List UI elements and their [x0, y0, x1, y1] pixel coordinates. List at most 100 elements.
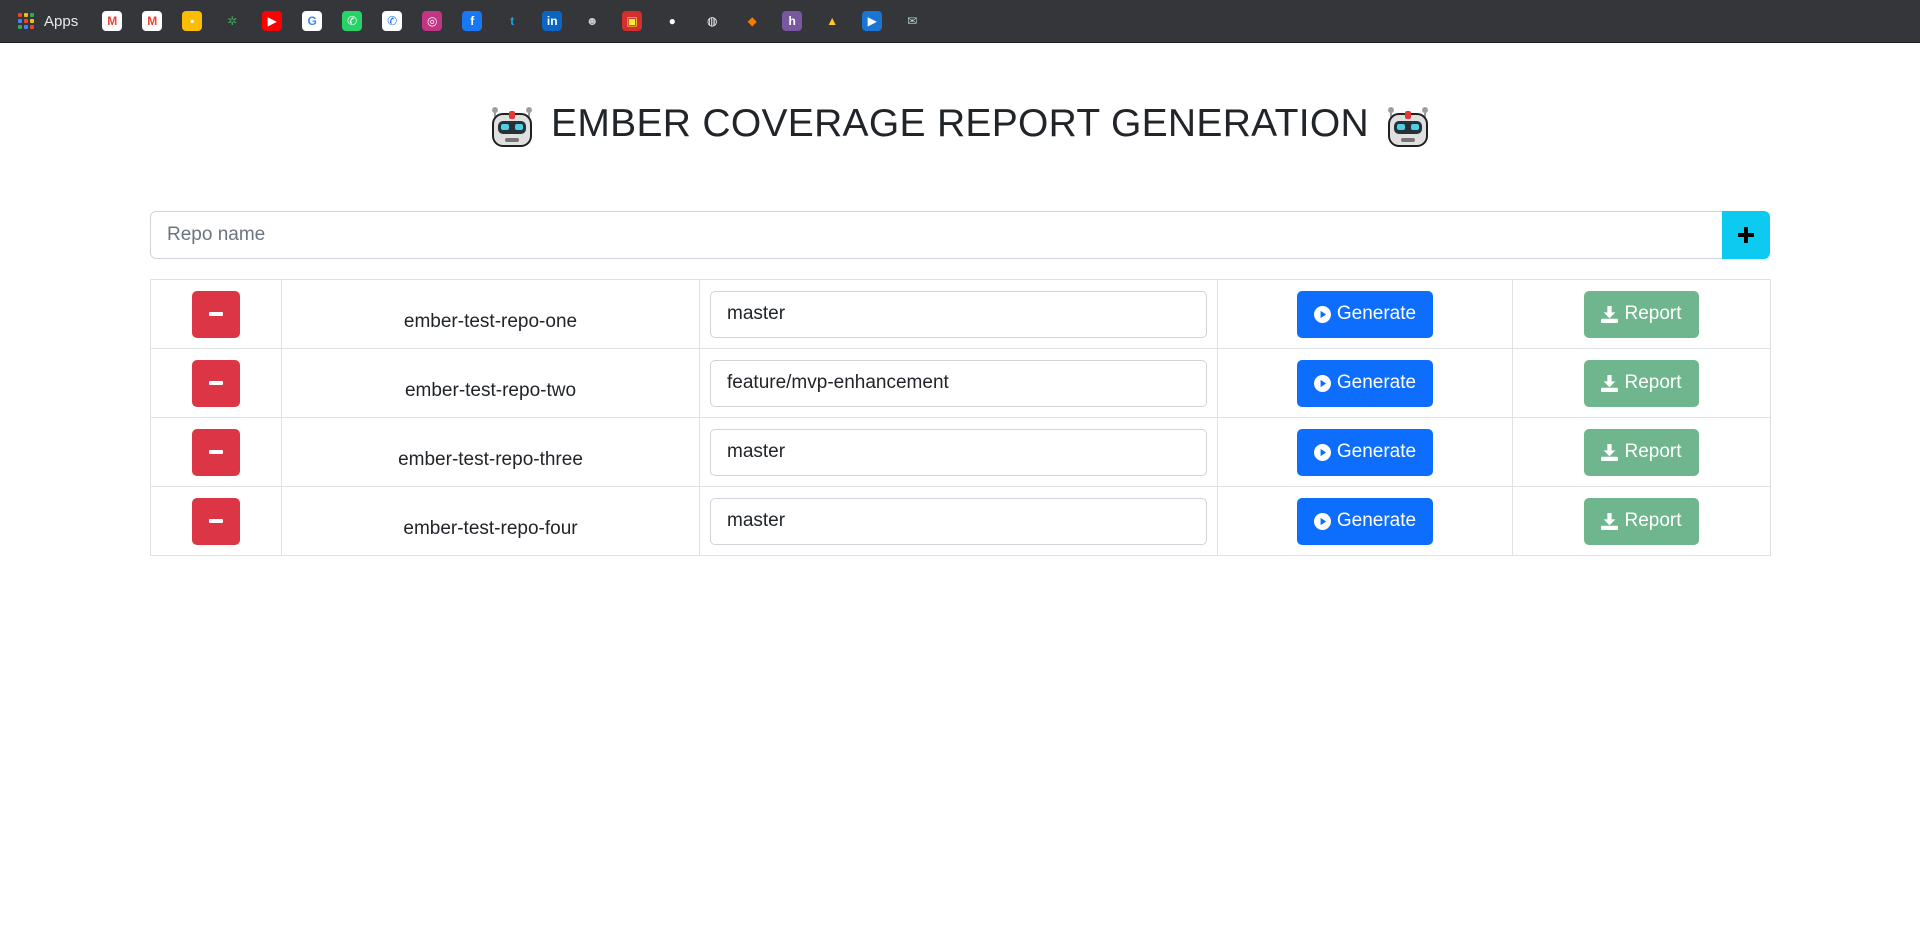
- download-icon: [1601, 443, 1619, 461]
- twitter-icon: t: [502, 11, 523, 31]
- remove-cell: [150, 279, 282, 349]
- remove-cell: [150, 348, 282, 418]
- report-label: Report: [1624, 441, 1682, 462]
- remove-repo-button[interactable]: [192, 428, 240, 476]
- bookmark-twitter[interactable]: t: [492, 0, 532, 43]
- branch-input[interactable]: [710, 428, 1207, 476]
- download-report-button[interactable]: Report: [1584, 290, 1699, 338]
- add-repo-form: [150, 211, 1770, 259]
- bookmark-news[interactable]: ▣: [612, 0, 652, 43]
- generate-cell: Generate: [1217, 417, 1513, 487]
- generate-button[interactable]: Generate: [1297, 497, 1433, 545]
- bookmark-photos[interactable]: ✲: [212, 0, 252, 43]
- report-cell: Report: [1512, 279, 1771, 349]
- bookmark-linkedin[interactable]: in: [532, 0, 572, 43]
- report-label: Report: [1624, 303, 1682, 324]
- download-report-button[interactable]: Report: [1584, 497, 1699, 545]
- bookmark-gmail[interactable]: M: [92, 0, 132, 43]
- repo-name: ember-test-repo-one: [281, 279, 700, 349]
- remove-repo-button[interactable]: [192, 290, 240, 338]
- heroku-icon: h: [782, 11, 803, 31]
- bookmark-gmail[interactable]: M: [132, 0, 172, 43]
- plus-icon: [1738, 227, 1754, 243]
- add-repo-button[interactable]: [1722, 211, 1770, 259]
- bookmark-phone[interactable]: ✆: [372, 0, 412, 43]
- apps-label: Apps: [44, 12, 79, 30]
- bookmark-whatsapp[interactable]: ✆: [332, 0, 372, 43]
- hacker-icon: ☻: [582, 11, 603, 31]
- firebase-icon: ▲: [822, 11, 843, 31]
- minus-icon: [209, 381, 223, 385]
- table-row: ember-test-repo-three Generate Report: [150, 417, 1771, 487]
- minus-icon: [209, 519, 223, 523]
- bookmark-play-circle[interactable]: ▶: [852, 0, 892, 43]
- generate-button[interactable]: Generate: [1297, 359, 1433, 407]
- table-row: ember-test-repo-one Generate Report: [150, 279, 1771, 349]
- bookmark-youtube[interactable]: ▶: [252, 0, 292, 43]
- remove-cell: [150, 486, 282, 556]
- generate-cell: Generate: [1217, 279, 1513, 349]
- bookmark-facebook[interactable]: f: [452, 0, 492, 43]
- remove-repo-button[interactable]: [192, 497, 240, 545]
- keep-icon: ▪: [182, 11, 203, 31]
- report-cell: Report: [1512, 348, 1771, 418]
- robot-icon: [492, 107, 533, 147]
- gmail-icon: M: [102, 11, 123, 31]
- download-icon: [1601, 305, 1619, 323]
- branch-cell: [699, 486, 1218, 556]
- facebook-icon: f: [462, 11, 483, 31]
- mail-open-icon: ✉: [902, 11, 923, 31]
- box-icon: ◆: [742, 11, 763, 31]
- gmail-icon-2: M: [142, 11, 163, 31]
- robot-icon: [1387, 107, 1428, 147]
- download-report-button[interactable]: Report: [1584, 359, 1699, 407]
- bookmark-firebase[interactable]: ▲: [812, 0, 852, 43]
- branch-cell: [699, 279, 1218, 349]
- apps-button[interactable]: Apps: [18, 13, 78, 30]
- branch-input[interactable]: [710, 359, 1207, 407]
- bookmark-keep[interactable]: ▪: [172, 0, 212, 43]
- news-icon: ▣: [622, 11, 643, 31]
- minus-icon: [209, 312, 223, 316]
- google-icon: G: [302, 11, 323, 31]
- download-report-button[interactable]: Report: [1584, 428, 1699, 476]
- generate-button[interactable]: Generate: [1297, 428, 1433, 476]
- bookmark-list: M M ▪ ✲ ▶ G ✆ ✆ ◎ f t in ☻ ▣ ● ◍ ◆ h ▲ ▶ ✉: [92, 0, 932, 43]
- report-label: Report: [1624, 372, 1682, 393]
- instagram-icon: ◎: [422, 11, 443, 31]
- github-icon: ●: [662, 11, 683, 31]
- remove-cell: [150, 417, 282, 487]
- generate-cell: Generate: [1217, 348, 1513, 418]
- generate-label: Generate: [1336, 510, 1417, 531]
- bookmarks-bar: Apps M M ▪ ✲ ▶ G ✆ ✆ ◎ f t in ☻ ▣ ● ◍ ◆ h ▲ ▶ ✉: [0, 0, 1920, 43]
- report-label: Report: [1624, 510, 1682, 531]
- page-title: EMBER COVERAGE REPORT GENERATION: [0, 100, 1920, 148]
- remove-repo-button[interactable]: [192, 359, 240, 407]
- generate-label: Generate: [1336, 303, 1417, 324]
- branch-cell: [699, 417, 1218, 487]
- generate-label: Generate: [1336, 441, 1417, 462]
- whatsapp-icon: ✆: [342, 11, 363, 31]
- repo-name-input[interactable]: [150, 211, 1722, 259]
- globe-icon: ◍: [702, 11, 723, 31]
- repo-table: ember-test-repo-one Generate Report: [150, 279, 1771, 556]
- generate-button[interactable]: Generate: [1297, 290, 1433, 338]
- generate-label: Generate: [1336, 372, 1417, 393]
- bookmark-globe[interactable]: ◍: [692, 0, 732, 43]
- bookmark-instagram[interactable]: ◎: [412, 0, 452, 43]
- minus-icon: [209, 450, 223, 454]
- youtube-icon: ▶: [262, 11, 283, 31]
- download-icon: [1601, 512, 1619, 530]
- branch-cell: [699, 348, 1218, 418]
- bookmark-hacker[interactable]: ☻: [572, 0, 612, 43]
- bookmark-github[interactable]: ●: [652, 0, 692, 43]
- branch-input[interactable]: [710, 290, 1207, 338]
- branch-input[interactable]: [710, 497, 1207, 545]
- bookmark-box[interactable]: ◆: [732, 0, 772, 43]
- bookmark-mail-open[interactable]: ✉: [892, 0, 932, 43]
- bookmark-google[interactable]: G: [292, 0, 332, 43]
- table-row: ember-test-repo-two Generate Report: [150, 348, 1771, 418]
- bookmark-heroku[interactable]: h: [772, 0, 812, 43]
- download-icon: [1601, 374, 1619, 392]
- generate-cell: Generate: [1217, 486, 1513, 556]
